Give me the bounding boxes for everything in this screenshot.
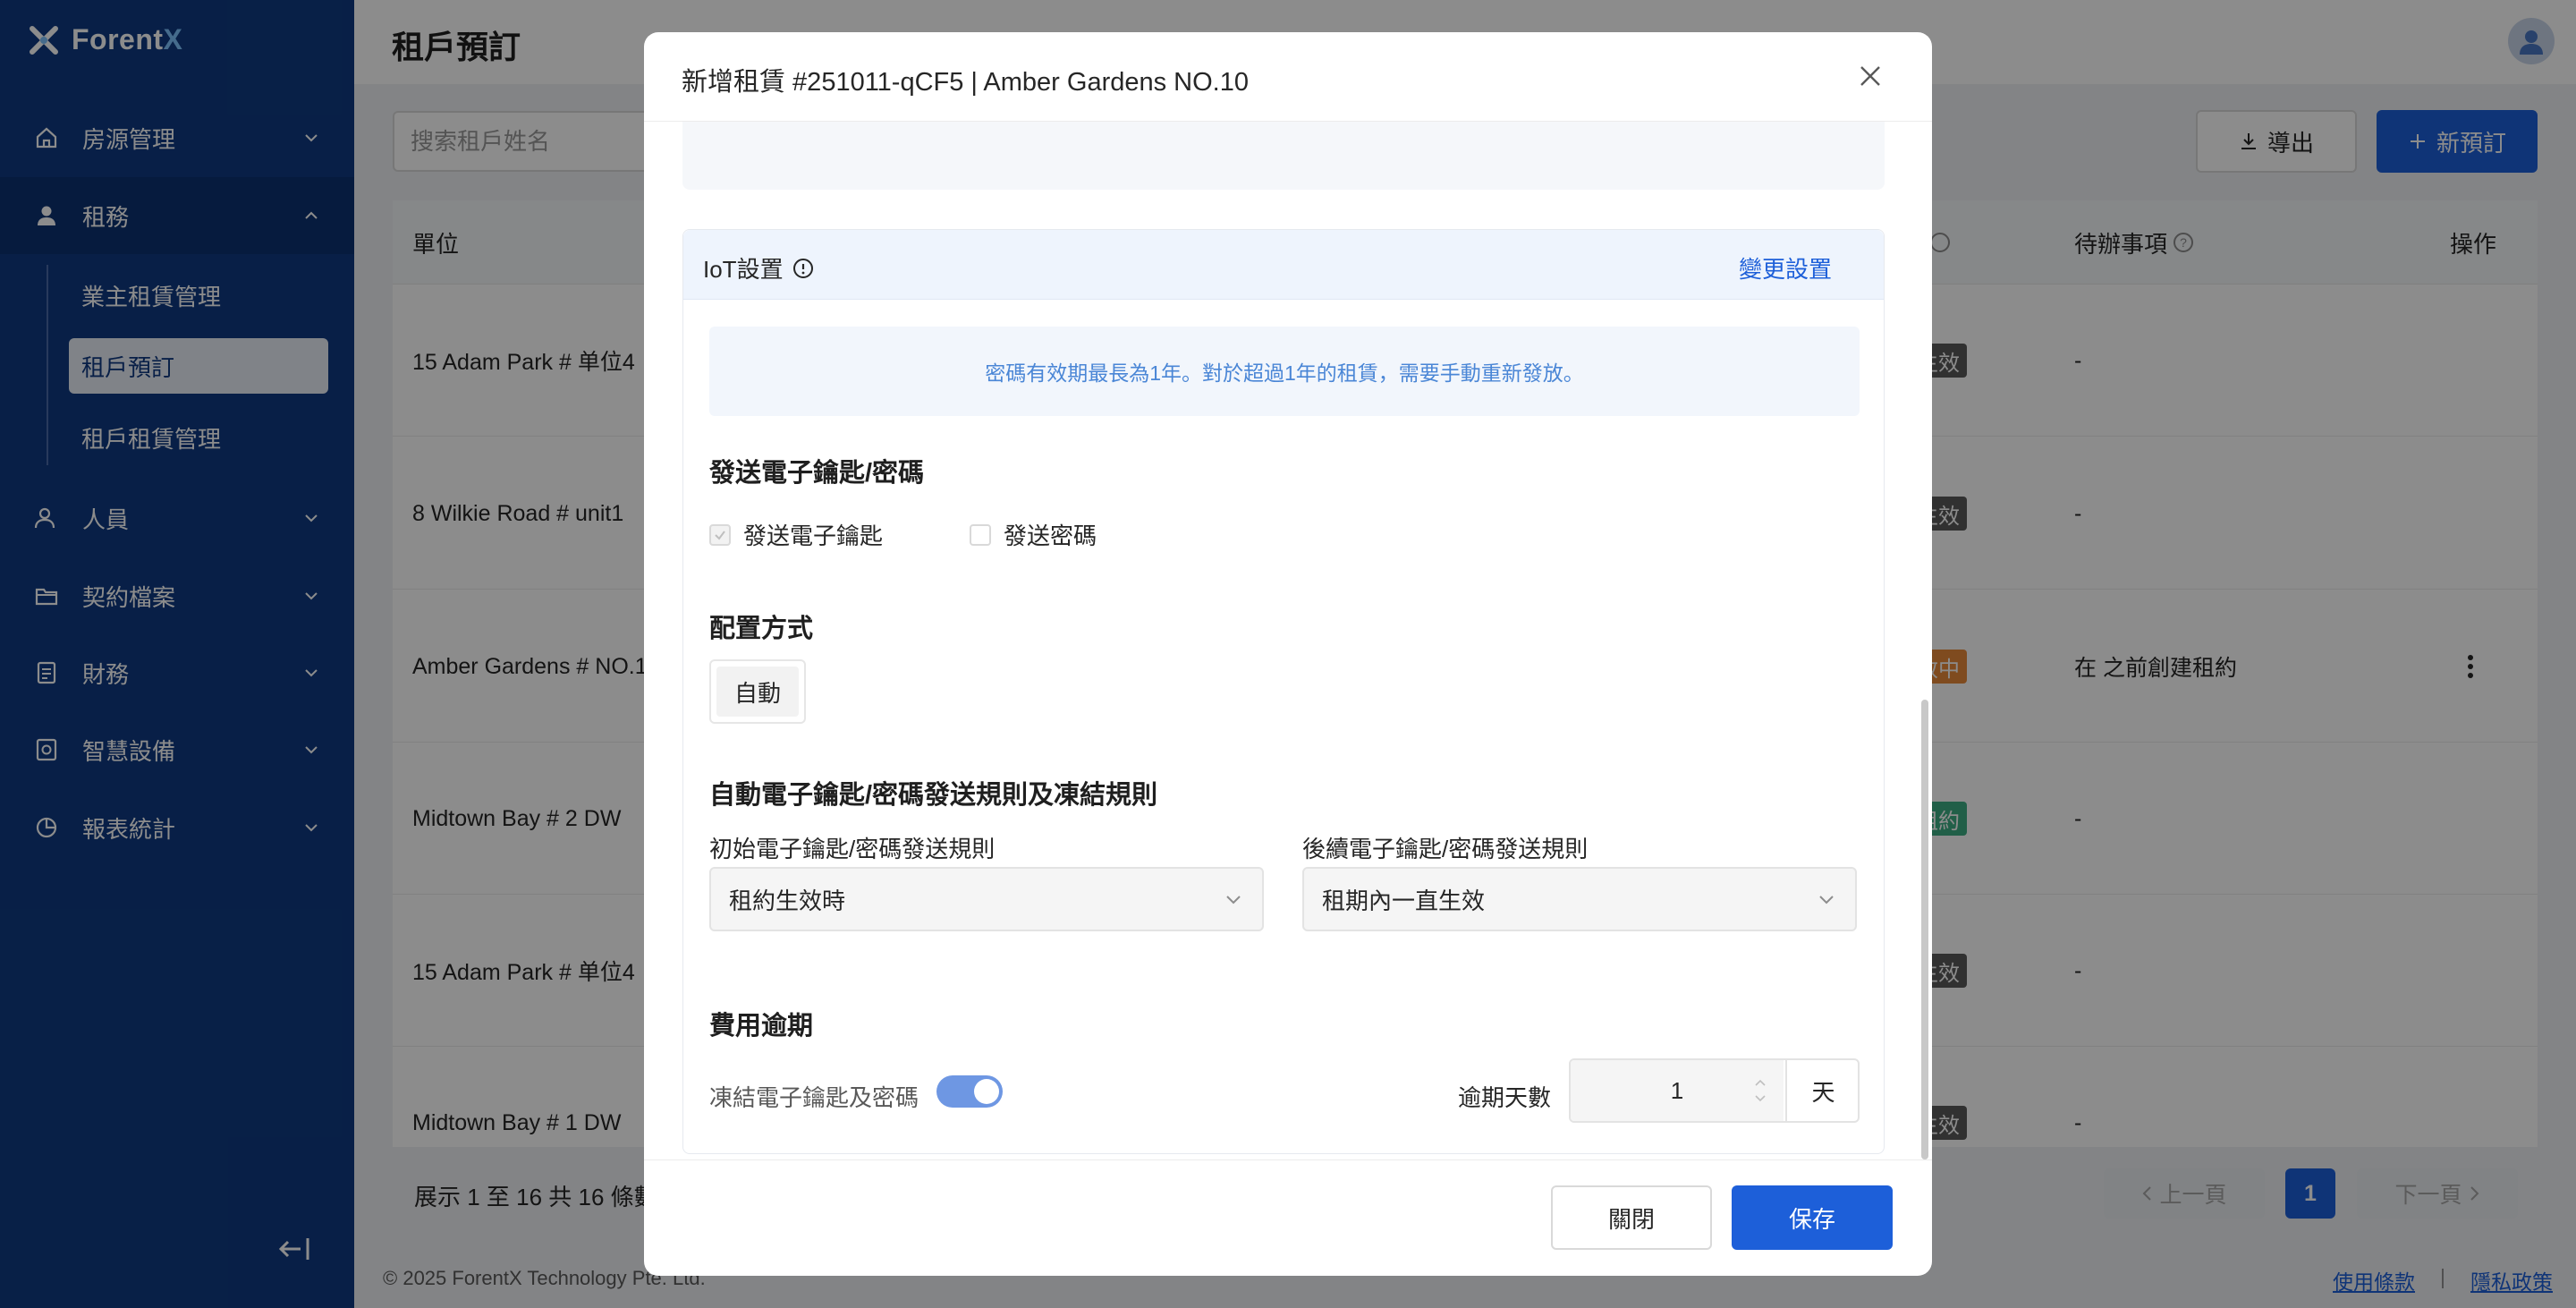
rules-section-title: 自動電子鑰匙/密碼發送規則及凍結規則: [709, 781, 1158, 810]
overdue-days-label: 逾期天數: [1458, 1084, 1552, 1111]
save-button[interactable]: 保存: [1732, 1185, 1893, 1250]
send-section-title: 發送電子鑰匙/密碼: [709, 459, 925, 488]
close-button[interactable]: 關閉: [1551, 1185, 1712, 1250]
subsequent-rule-label: 後續電子鑰匙/密碼發送規則: [1302, 836, 1589, 862]
iot-title: IoT設置: [703, 251, 814, 285]
config-section-title: 配置方式: [709, 615, 814, 643]
modal-header: 新增租賃 #251011-qCF5 | Amber Gardens NO.10: [644, 32, 1932, 122]
new-lease-modal: 新增租賃 #251011-qCF5 | Amber Gardens NO.10 …: [644, 32, 1932, 1276]
subsequent-rule-select[interactable]: 租期內一直生效: [1302, 867, 1857, 931]
chevron-down-icon: [1818, 894, 1835, 906]
previous-section: [682, 122, 1885, 190]
send-password-checkbox[interactable]: 發送密碼: [970, 518, 1097, 551]
freeze-toggle[interactable]: [936, 1075, 1003, 1108]
initial-rule-label: 初始電子鑰匙/密碼發送規則: [709, 836, 996, 862]
config-mode-segment[interactable]: 自動: [709, 659, 806, 724]
iot-settings-card: IoT設置 變更設置 密碼有效期最長為1年。對於超過1年的租賃，需要手動重新發放…: [682, 229, 1885, 1154]
checkbox-box[interactable]: [709, 523, 731, 546]
stepper-icon[interactable]: [1753, 1073, 1767, 1108]
chevron-down-icon: [1224, 894, 1242, 906]
overdue-section-title: 費用逾期: [709, 1012, 814, 1040]
modal-title: 新增租賃 #251011-qCF5 | Amber Gardens NO.10: [682, 68, 1249, 97]
overdue-days-value[interactable]: 1: [1571, 1060, 1784, 1121]
freeze-label: 凍結電子鑰匙及密碼: [709, 1084, 919, 1111]
password-validity-notice: 密碼有效期最長為1年。對於超過1年的租賃，需要手動重新發放。: [709, 327, 1860, 416]
iot-settings-header: IoT設置 變更設置: [683, 230, 1884, 300]
modal-body[interactable]: IoT設置 變更設置 密碼有效期最長為1年。對於超過1年的租賃，需要手動重新發放…: [644, 122, 1932, 1159]
overdue-days-input[interactable]: 1 天: [1569, 1058, 1860, 1123]
overdue-days-unit: 天: [1785, 1060, 1858, 1121]
send-ekey-checkbox[interactable]: 發送電子鑰匙: [709, 518, 883, 551]
checkbox-box[interactable]: [970, 523, 991, 546]
close-icon[interactable]: [1857, 63, 1884, 89]
config-option-auto[interactable]: 自動: [716, 667, 799, 717]
info-icon[interactable]: [792, 258, 814, 279]
toggle-knob: [974, 1079, 999, 1104]
modal-scrollbar[interactable]: [1921, 700, 1928, 1159]
modal-footer: 關閉 保存: [644, 1159, 1932, 1276]
initial-rule-select[interactable]: 租約生效時: [709, 867, 1264, 931]
change-settings-link[interactable]: 變更設置: [1739, 251, 1832, 285]
